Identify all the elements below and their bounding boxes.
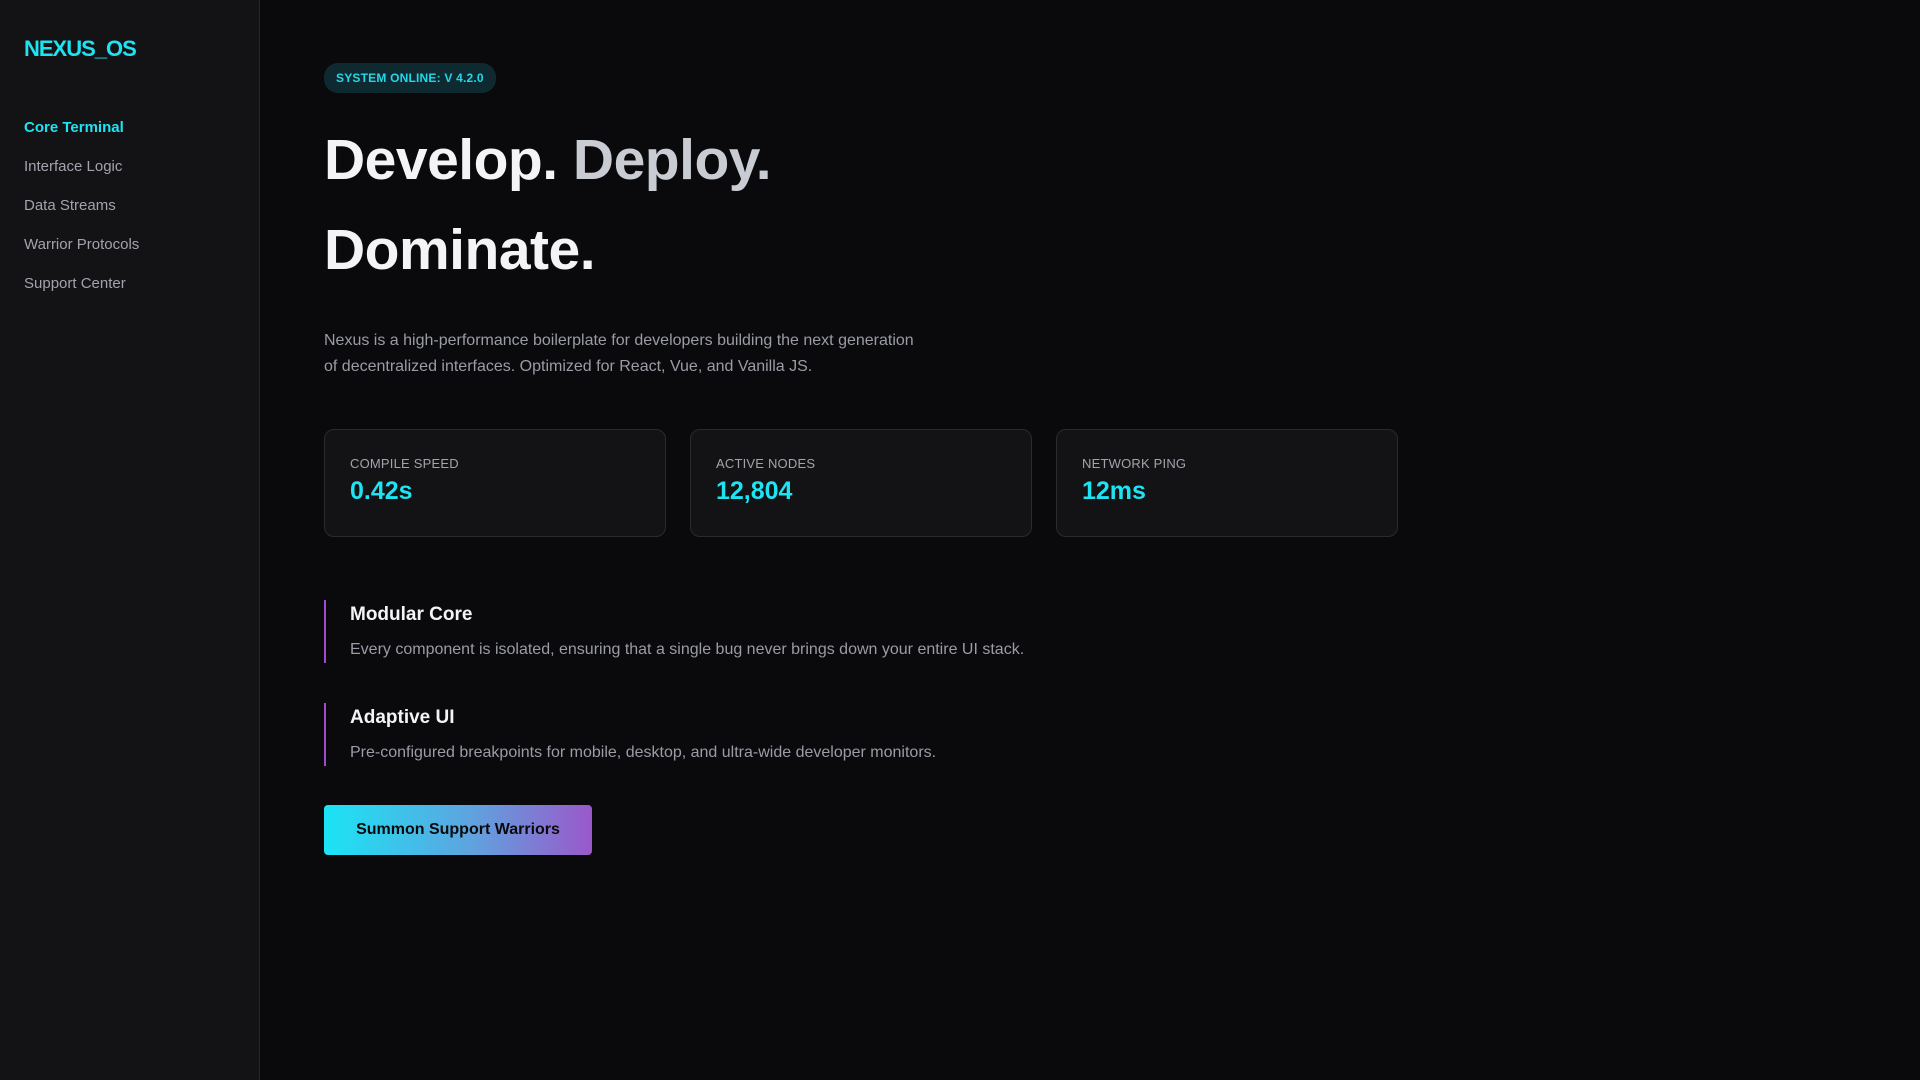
stat-value: 0.42s [350,477,413,505]
feature-description: Every component is isolated, ensuring th… [350,641,1025,658]
feature-adaptive-ui: Adaptive UI Pre-configured breakpoints f… [324,703,1920,766]
sidebar-item-data-streams[interactable]: Data Streams [24,196,235,235]
sidebar-nav: Core Terminal Interface Logic Data Strea… [24,118,235,313]
headline-word-dominate: Dominate. [324,218,596,282]
summon-support-warriors-button[interactable]: Summon Support Warriors [324,805,592,855]
status-badge: SYSTEM ONLINE: V 4.2.0 [324,63,496,93]
headline-word-deploy: Deploy. [572,128,772,192]
stat-card-compile-speed: COMPILE SPEED 0.42s [324,429,666,537]
sidebar-item-warrior-protocols[interactable]: Warrior Protocols [24,235,235,274]
sidebar-item-interface-logic[interactable]: Interface Logic [24,157,235,196]
feature-title: Modular Core [350,604,473,625]
stat-card-network-ping: NETWORK PING 12ms [1056,429,1398,537]
stat-card-active-nodes: ACTIVE NODES 12,804 [690,429,1032,537]
page-title: Develop. Deploy. Dominate. [324,115,1084,295]
stat-label: COMPILE SPEED [350,456,459,471]
feature-list: Modular Core Every component is isolated… [324,600,1920,766]
stat-value: 12,804 [716,477,793,505]
feature-modular-core: Modular Core Every component is isolated… [324,600,1920,663]
sidebar: NEXUS_OS Core Terminal Interface Logic D… [0,0,260,1080]
app-root: NEXUS_OS Core Terminal Interface Logic D… [0,0,1920,1080]
hero-description: Nexus is a high-performance boilerplate … [324,332,914,375]
feature-description: Pre-configured breakpoints for mobile, d… [350,744,937,761]
main-content: SYSTEM ONLINE: V 4.2.0 Develop. Deploy. … [260,0,1920,1080]
stat-label: NETWORK PING [1082,456,1187,471]
stat-value: 12ms [1082,477,1146,505]
sidebar-item-core-terminal[interactable]: Core Terminal [24,118,235,157]
stats-row: COMPILE SPEED 0.42s ACTIVE NODES 12,804 … [324,429,1920,537]
sidebar-item-support-center[interactable]: Support Center [24,274,235,313]
headline-word-develop: Develop. [324,128,558,192]
logo[interactable]: NEXUS_OS [24,36,235,62]
feature-title: Adaptive UI [350,707,455,728]
stat-label: ACTIVE NODES [716,456,816,471]
